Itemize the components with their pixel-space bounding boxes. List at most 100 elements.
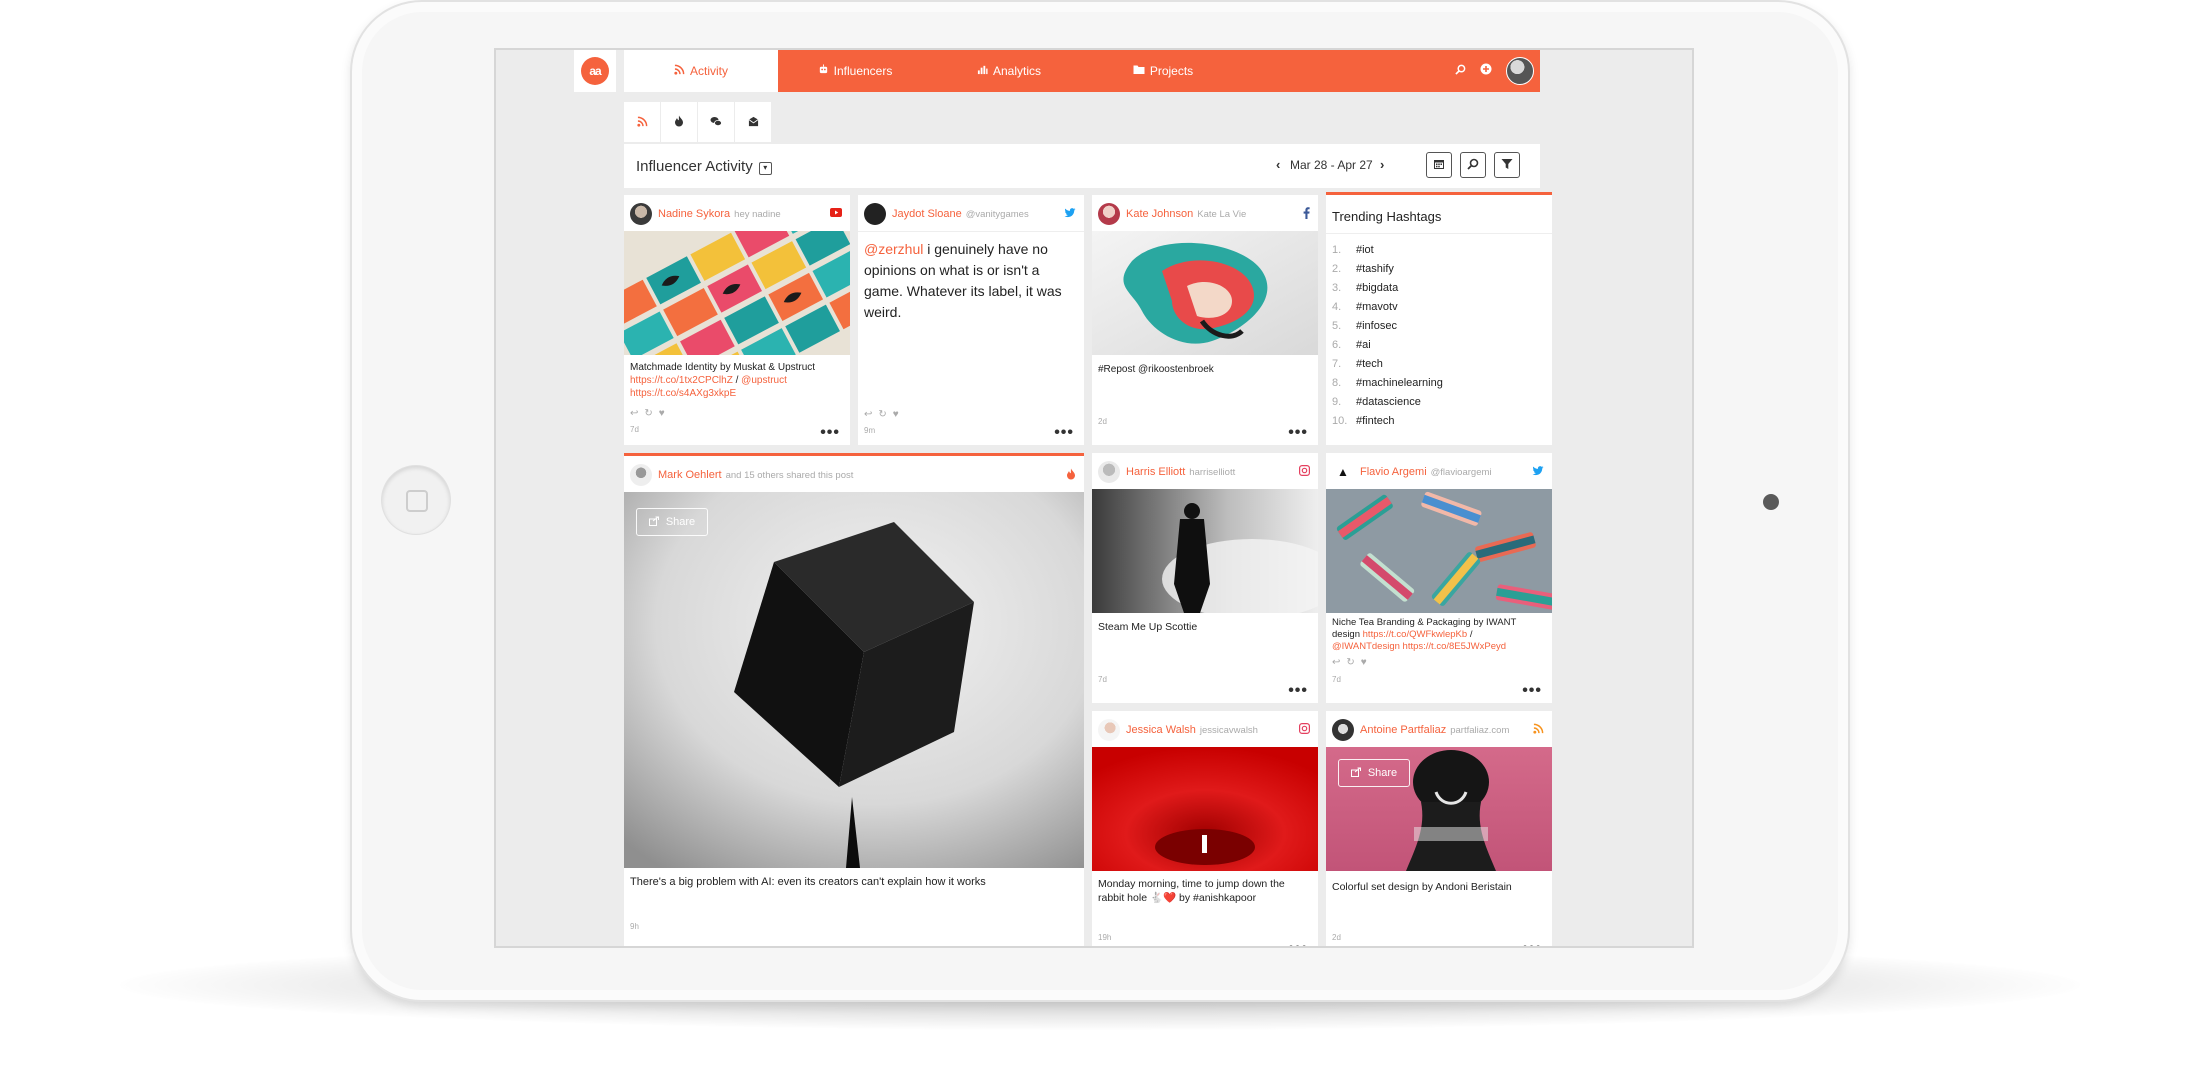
share-button[interactable]: Share [636,508,708,536]
tab-projects[interactable]: Projects [1086,50,1240,92]
fire-icon[interactable] [1066,468,1076,483]
twitter-icon[interactable] [1532,465,1544,479]
more-options-icon[interactable]: ••• [1522,683,1542,699]
hashtag-item[interactable]: 2. #tashify [1332,260,1443,279]
post-image[interactable] [1326,489,1552,613]
post-card[interactable]: Jessica Walsh jessicavwalsh Monday morni… [1092,711,1318,947]
more-options-icon[interactable]: ••• [1522,941,1542,947]
author-name[interactable]: Mark Oehlert [658,469,722,481]
chevron-down-icon[interactable]: ▾ [758,162,772,175]
avatar[interactable] [1098,719,1120,741]
plus-circle-icon[interactable] [1480,62,1492,80]
avatar[interactable] [630,464,652,486]
heart-icon[interactable]: ♥ [893,409,905,420]
retweet-icon[interactable]: ↻ [1346,657,1360,668]
avatar[interactable] [630,203,652,225]
hashtag-item[interactable]: 10. #fintech [1332,412,1443,431]
post-card[interactable]: ▲ Flavio Argemi @flavioargemi Niche Tea … [1326,453,1552,703]
facebook-icon[interactable] [1303,206,1310,222]
subtab-trending[interactable] [661,102,698,142]
post-mention[interactable]: @IWANTdesign [1332,641,1400,652]
more-options-icon[interactable]: ••• [1288,683,1308,699]
reply-icon[interactable]: ↩ [630,408,644,419]
more-options-icon[interactable]: ••• [1288,425,1308,441]
author-handle: @flavioargemi [1430,466,1492,478]
app-logo[interactable]: aa [574,50,616,92]
author-name[interactable]: Kate Johnson [1126,208,1193,220]
avatar[interactable] [864,203,886,225]
author-name[interactable]: Jaydot Sloane [892,208,962,220]
hashtag-item[interactable]: 9. #datascience [1332,393,1443,412]
rss-icon[interactable] [1533,723,1544,737]
user-avatar[interactable] [1506,57,1534,85]
avatar[interactable] [1098,461,1120,483]
tab-analytics[interactable]: Analytics [932,50,1086,92]
subtab-conversations[interactable] [698,102,735,142]
date-range[interactable]: Mar 28 - Apr 27 [1290,158,1373,172]
post-link[interactable]: https://t.co/s4AXg3xkpE [630,388,736,399]
instagram-icon[interactable] [1299,465,1311,479]
calendar-button[interactable] [1426,152,1452,178]
more-options-icon[interactable]: ••• [820,425,840,441]
post-mention[interactable]: @zerzhul [864,241,923,257]
post-age: 7d [1098,675,1107,684]
retweet-icon[interactable]: ↻ [644,408,658,419]
post-image[interactable] [1092,231,1318,355]
post-link[interactable]: https://t.co/QWFkwlepKb [1363,629,1468,640]
author-name[interactable]: Nadine Sykora [658,208,730,220]
author-name[interactable]: Flavio Argemi [1360,466,1427,478]
heart-icon[interactable]: ♥ [1361,657,1373,668]
page-title[interactable]: Influencer Activity ▾ [636,158,772,175]
heart-icon[interactable]: ♥ [659,408,671,419]
tab-activity[interactable]: Activity [624,50,778,92]
author-handle: harriselliott [1189,466,1236,478]
post-image[interactable] [1092,747,1318,871]
post-mention[interactable]: @upstruct [741,375,787,386]
hashtag-item[interactable]: 4. #mavotv [1332,298,1443,317]
author-name[interactable]: Jessica Walsh [1126,724,1196,736]
post-card[interactable]: Kate Johnson Kate La Vie #Repost @rikoos… [1092,195,1318,445]
post-card[interactable]: Antoine Partfaliaz partfaliaz.com Share … [1326,711,1552,947]
share-button[interactable]: Share [1338,759,1410,787]
search-button[interactable] [1460,152,1486,178]
post-card-featured[interactable]: Mark Oehlert and 15 others shared this p… [624,453,1084,946]
reply-icon[interactable]: ↩ [1332,657,1346,668]
avatar[interactable] [1332,719,1354,741]
post-header: Jaydot Sloane @vanitygames [864,203,1076,225]
more-options-icon[interactable]: ••• [1054,425,1074,441]
instagram-icon[interactable] [1299,723,1311,737]
post-link[interactable]: https://t.co/8E5JWxPeyd [1403,641,1507,652]
folder-icon [1133,64,1145,78]
hashtag-item[interactable]: 5. #infosec [1332,317,1443,336]
post-card[interactable]: Jaydot Sloane @vanitygames @zerzhul i ge… [858,195,1084,445]
avatar[interactable]: ▲ [1332,461,1354,483]
chevron-left-icon[interactable]: ‹ [1276,157,1280,172]
more-options-icon[interactable]: ••• [1288,941,1308,947]
reply-icon[interactable]: ↩ [864,409,878,420]
tab-influencers[interactable]: Influencers [778,50,932,92]
post-card[interactable]: Harris Elliott harriselliott Steam Me Up… [1092,453,1318,703]
post-card[interactable]: Nadine Sykora hey nadine Matchmade Ident… [624,195,850,445]
hashtag-item[interactable]: 8. #machinelearning [1332,374,1443,393]
author-name[interactable]: Harris Elliott [1126,466,1185,478]
post-image[interactable]: Share [1326,747,1552,871]
subtab-rss[interactable] [624,102,661,142]
twitter-icon[interactable] [1064,207,1076,221]
trending-hashtags-panel: Trending Hashtags 1. #iot 2. #tashify 3. #b… [1326,192,1552,445]
avatar[interactable] [1098,203,1120,225]
hashtag-item[interactable]: 3. #bigdata [1332,279,1443,298]
post-image[interactable]: Share [624,492,1084,868]
post-image[interactable] [1092,489,1318,613]
author-name[interactable]: Antoine Partfaliaz [1360,724,1446,736]
hashtag-item[interactable]: 7. #tech [1332,355,1443,374]
chevron-right-icon[interactable]: › [1380,157,1384,172]
hashtag-item[interactable]: 6. #ai [1332,336,1443,355]
youtube-icon[interactable] [830,208,842,220]
search-icon[interactable] [1455,62,1466,80]
post-image[interactable] [624,231,850,355]
hashtag-item[interactable]: 1. #iot [1332,241,1443,260]
filter-button[interactable] [1494,152,1520,178]
retweet-icon[interactable]: ↻ [878,409,892,420]
subtab-messages[interactable] [735,102,772,142]
post-link[interactable]: https://t.co/1tx2CPClhZ [630,375,733,386]
